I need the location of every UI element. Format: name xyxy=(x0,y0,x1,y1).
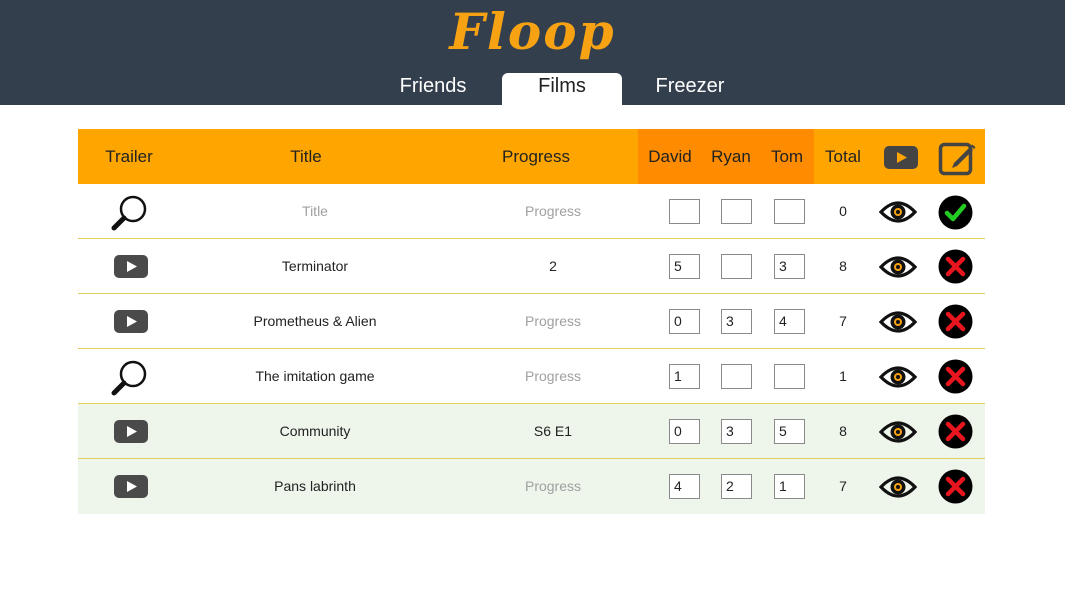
header-tom: Tom xyxy=(770,147,804,166)
progress-field[interactable]: Progress xyxy=(503,459,603,514)
score-input-ryan[interactable]: 2 xyxy=(721,474,752,499)
youtube-play-icon[interactable] xyxy=(114,310,148,338)
table-row: Prometheus & Alien Progress 0 3 4 7 xyxy=(78,294,985,349)
app-header: Floop Friends Films Freezer xyxy=(0,0,1065,105)
score-input-tom[interactable]: 1 xyxy=(774,474,805,499)
table-row: Pans labrinth Progress 4 2 1 7 xyxy=(78,459,985,514)
progress-field[interactable]: Progress xyxy=(503,184,603,239)
total-score: 8 xyxy=(839,423,847,439)
youtube-play-icon[interactable] xyxy=(114,475,148,503)
delete-icon[interactable] xyxy=(938,469,973,509)
film-title: Community xyxy=(279,423,351,439)
total-score: 0 xyxy=(839,203,847,219)
delete-icon[interactable] xyxy=(938,304,973,344)
score-input-ryan[interactable]: 3 xyxy=(721,419,752,444)
total-score: 7 xyxy=(839,478,847,494)
table-body: Title Progress 0 Terminator 2 5 3 8 Prometheus &… xyxy=(78,184,985,514)
eye-icon[interactable] xyxy=(878,309,918,340)
table-row: Terminator 2 5 3 8 xyxy=(78,239,985,294)
score-input-tom[interactable] xyxy=(774,364,805,389)
app-logo: Floop xyxy=(449,2,616,61)
header-title: Title xyxy=(290,147,322,166)
delete-icon[interactable] xyxy=(938,249,973,289)
eye-icon[interactable] xyxy=(878,474,918,505)
title-input[interactable]: Title xyxy=(255,184,375,239)
nav-tabs: Friends Films Freezer xyxy=(373,73,750,105)
delete-icon[interactable] xyxy=(938,414,973,454)
progress-field[interactable]: Progress xyxy=(503,349,603,404)
table-row: The imitation game Progress 1 1 xyxy=(78,349,985,404)
score-input-david[interactable]: 1 xyxy=(669,364,700,389)
score-input-david[interactable] xyxy=(669,199,700,224)
score-input-ryan[interactable] xyxy=(721,254,752,279)
search-icon[interactable] xyxy=(111,358,151,403)
score-input-tom[interactable] xyxy=(774,199,805,224)
film-title: Prometheus & Alien xyxy=(253,313,377,329)
table-row: Community S6 E1 0 3 5 8 xyxy=(78,404,985,459)
score-input-david[interactable]: 0 xyxy=(669,419,700,444)
films-table: Trailer Title Progress David Ryan Tom To… xyxy=(78,129,985,514)
search-icon[interactable] xyxy=(111,193,151,238)
total-score: 1 xyxy=(839,368,847,384)
header-ryan: Ryan xyxy=(711,147,751,166)
total-score: 7 xyxy=(839,313,847,329)
youtube-icon xyxy=(884,146,918,169)
score-input-ryan[interactable] xyxy=(721,199,752,224)
tab-freezer[interactable]: Freezer xyxy=(630,73,750,105)
score-input-tom[interactable]: 5 xyxy=(774,419,805,444)
film-title: Pans labrinth xyxy=(274,478,356,494)
table-header: Trailer Title Progress David Ryan Tom To… xyxy=(78,129,985,184)
eye-icon[interactable] xyxy=(878,254,918,285)
score-input-david[interactable]: 0 xyxy=(669,309,700,334)
edit-icon[interactable] xyxy=(938,139,976,176)
header-trailer: Trailer xyxy=(105,147,153,166)
youtube-play-icon[interactable] xyxy=(114,255,148,283)
score-input-tom[interactable]: 3 xyxy=(774,254,805,279)
header-progress: Progress xyxy=(501,147,571,166)
score-input-david[interactable]: 4 xyxy=(669,474,700,499)
score-input-tom[interactable]: 4 xyxy=(774,309,805,334)
header-total: Total xyxy=(825,147,861,166)
total-score: 8 xyxy=(839,258,847,274)
eye-icon[interactable] xyxy=(878,199,918,230)
progress-field[interactable]: 2 xyxy=(503,239,603,294)
score-input-david[interactable]: 5 xyxy=(669,254,700,279)
tab-films[interactable]: Films xyxy=(502,73,622,105)
score-input-ryan[interactable] xyxy=(721,364,752,389)
film-title: The imitation game xyxy=(255,368,375,384)
tab-friends[interactable]: Friends xyxy=(373,73,493,105)
eye-icon[interactable] xyxy=(878,419,918,450)
confirm-icon[interactable] xyxy=(938,195,973,235)
new-film-row: Title Progress 0 xyxy=(78,184,985,239)
film-title: Terminator xyxy=(281,258,349,274)
progress-field[interactable]: Progress xyxy=(503,294,603,349)
score-input-ryan[interactable]: 3 xyxy=(721,309,752,334)
eye-icon[interactable] xyxy=(878,364,918,395)
delete-icon[interactable] xyxy=(938,359,973,399)
youtube-play-icon[interactable] xyxy=(114,420,148,448)
header-david: David xyxy=(648,147,692,166)
progress-field[interactable]: S6 E1 xyxy=(503,404,603,459)
